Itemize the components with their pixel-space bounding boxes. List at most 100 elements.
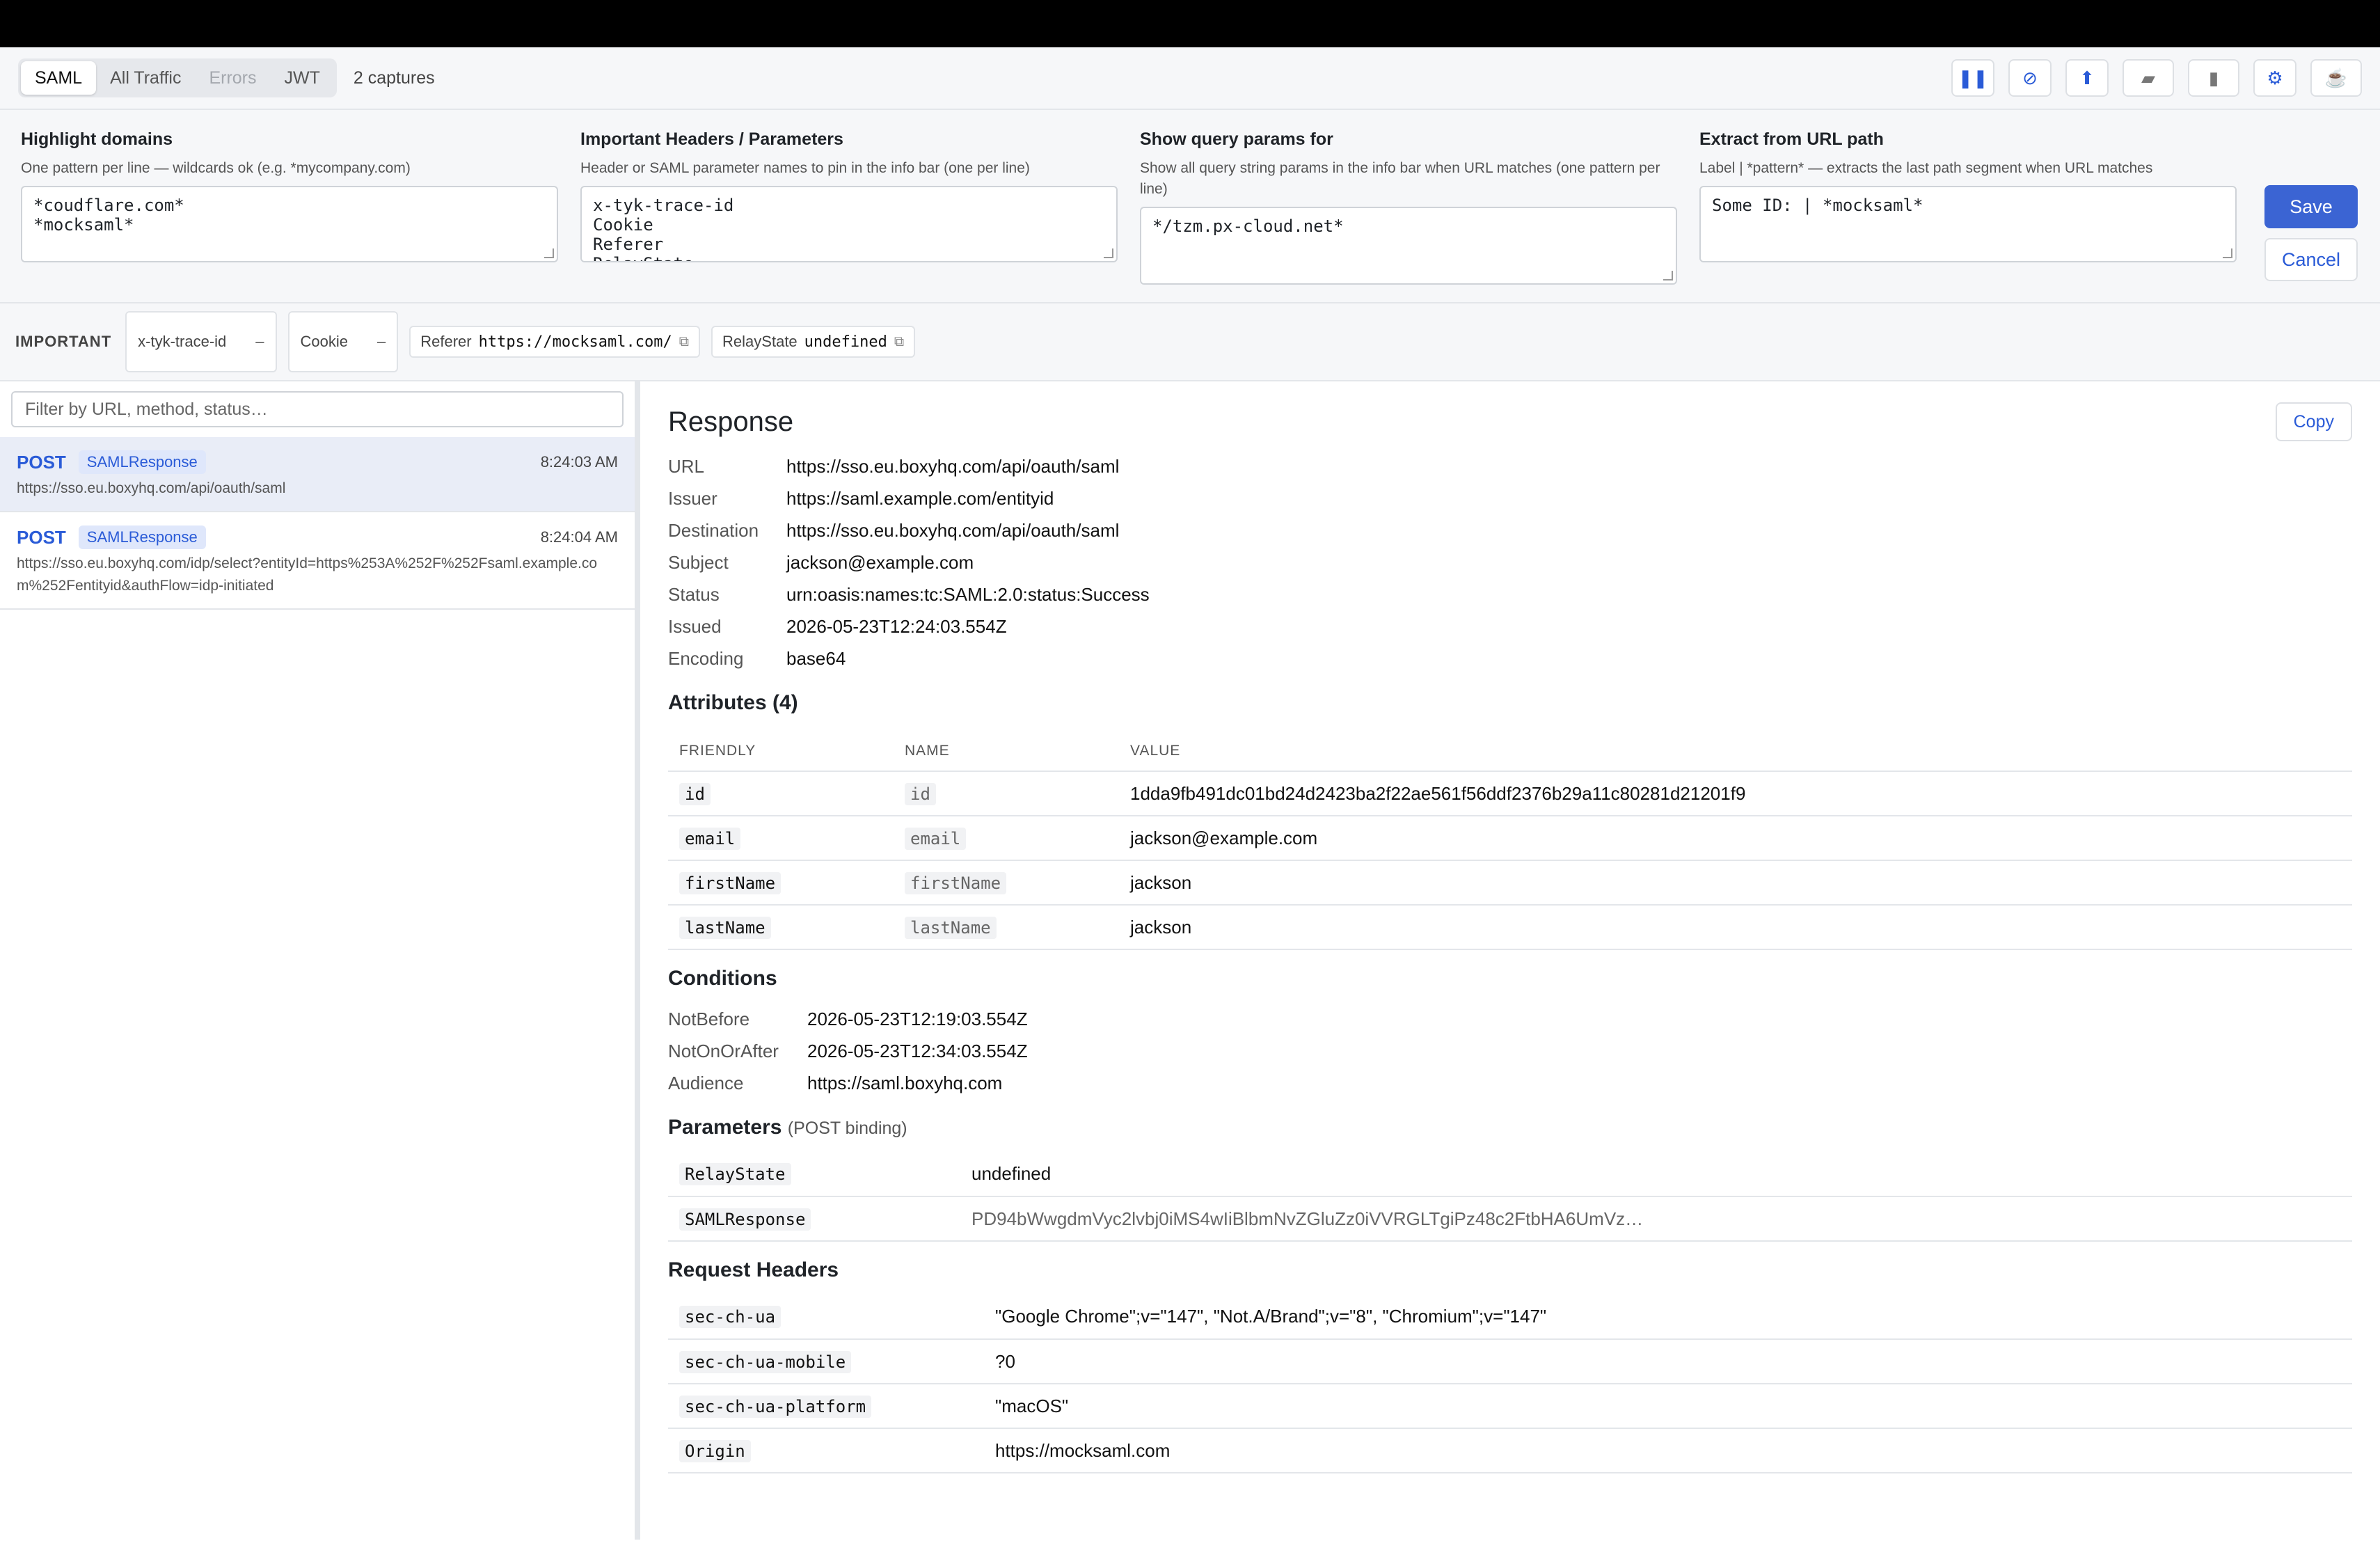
field-label: Subject bbox=[668, 552, 729, 573]
toolbar: SAML All Traffic Errors JWT 2 captures ❚… bbox=[0, 47, 2380, 110]
copy-icon[interactable]: ⧉ bbox=[679, 334, 689, 350]
important-info-bar: IMPORTANT x-tyk-trace-id – Cookie – Refe… bbox=[0, 303, 2380, 381]
export-button[interactable]: ⬆ bbox=[2065, 59, 2109, 97]
attr-value: jackson@example.com bbox=[1119, 816, 2352, 861]
important-headers-title: Important Headers / Parameters bbox=[580, 129, 843, 149]
table-row: lastName lastName jackson bbox=[668, 905, 2352, 950]
parameters-table: RelayState undefined SAMLResponse PD94bW… bbox=[668, 1152, 2352, 1242]
table-row: sec-ch-ua-mobile ?0 bbox=[668, 1339, 2352, 1384]
attr-friendly: firstName bbox=[679, 871, 782, 894]
parameters-title-text: Parameters bbox=[668, 1116, 782, 1139]
tab-all-traffic[interactable]: All Traffic bbox=[96, 61, 195, 95]
parameters-title: Parameters (POST binding) bbox=[668, 1116, 2352, 1139]
cancel-button[interactable]: Cancel bbox=[2264, 238, 2358, 281]
param-value: undefined bbox=[960, 1152, 2352, 1197]
request-item[interactable]: POST SAMLResponse 8:24:04 AM https://sso… bbox=[0, 512, 635, 610]
table-row: SAMLResponse PD94bWwgdmVyc2lvbj0iMS4wIiB… bbox=[668, 1196, 2352, 1242]
query-params-desc: Show all query string params in the info… bbox=[1140, 160, 1660, 197]
field-value: 2026-05-23T12:24:03.554Z bbox=[786, 616, 1007, 637]
coffee-button[interactable]: ☕ bbox=[2310, 59, 2362, 97]
field-value: base64 bbox=[786, 648, 846, 669]
attributes-title: Attributes (4) bbox=[668, 691, 798, 714]
column-header: NAME bbox=[894, 727, 1119, 772]
important-chip-relaystate[interactable]: RelayState undefined ⧉ bbox=[711, 326, 916, 358]
important-chip-referer[interactable]: Referer https://mocksaml.com/ ⧉ bbox=[409, 326, 701, 358]
important-chip-cookie[interactable]: Cookie – bbox=[287, 311, 399, 372]
extract-path-textarea[interactable]: Some ID: | *mocksaml* bbox=[1699, 186, 2237, 262]
highlight-domains-title: Highlight domains bbox=[21, 129, 173, 149]
document-button[interactable]: ▮ bbox=[2188, 59, 2239, 97]
chip-name: Referer bbox=[420, 333, 472, 350]
request-method: POST bbox=[17, 451, 66, 473]
save-button[interactable]: Save bbox=[2264, 185, 2358, 228]
field-value: https://sso.eu.boxyhq.com/api/oauth/saml bbox=[786, 520, 1120, 541]
response-title: Response bbox=[668, 406, 794, 437]
attr-friendly: lastName bbox=[679, 916, 771, 939]
settings-panel: Highlight domains One pattern per line —… bbox=[0, 110, 2380, 303]
request-badge: SAMLResponse bbox=[78, 525, 206, 549]
condition-value: 2026-05-23T12:19:03.554Z bbox=[807, 1009, 1028, 1029]
header-value: "macOS" bbox=[984, 1384, 2352, 1429]
settings-button[interactable]: ⚙ bbox=[2253, 59, 2296, 97]
gear-icon: ⚙ bbox=[2267, 67, 2283, 88]
filter-input[interactable]: Filter by URL, method, status… bbox=[11, 391, 624, 427]
query-params-textarea[interactable]: */tzm.px-cloud.net* bbox=[1140, 207, 1677, 285]
header-name: sec-ch-ua-platform bbox=[679, 1395, 872, 1418]
conditions-title: Conditions bbox=[668, 967, 777, 990]
table-row: email email jackson@example.com bbox=[668, 816, 2352, 861]
request-method: POST bbox=[17, 526, 66, 548]
field-label: URL bbox=[668, 456, 705, 477]
table-row: sec-ch-ua "Google Chrome";v="147", "Not.… bbox=[668, 1295, 2352, 1340]
highlight-domains-textarea[interactable]: *coudflare.com* *mocksaml* bbox=[21, 186, 558, 262]
attr-friendly: id bbox=[679, 782, 711, 805]
attr-value: jackson bbox=[1119, 860, 2352, 906]
chip-value: undefined bbox=[804, 333, 887, 351]
copy-button[interactable]: Copy bbox=[2275, 402, 2352, 441]
attributes-table: FRIENDLY NAME VALUE id id 1dda9fb491dc01… bbox=[668, 727, 2352, 950]
query-params-title: Show query params for bbox=[1140, 129, 1333, 149]
copy-icon[interactable]: ⧉ bbox=[894, 334, 904, 350]
conditions-fields: NotBefore 2026-05-23T12:19:03.554Z NotOn… bbox=[668, 1003, 2352, 1099]
param-value[interactable]: PD94bWwgdmVyc2lvbj0iMS4wIiBlbmNvZGluZz0i… bbox=[960, 1196, 2352, 1242]
tab-saml[interactable]: SAML bbox=[21, 61, 97, 95]
field-value: https://saml.example.com/entityid bbox=[786, 488, 1054, 509]
important-headers-desc: Header or SAML parameter names to pin in… bbox=[580, 160, 1030, 176]
attr-friendly: email bbox=[679, 827, 741, 850]
header-value: ?0 bbox=[984, 1339, 2352, 1384]
attr-name: id bbox=[905, 782, 936, 805]
tab-jwt[interactable]: JWT bbox=[271, 61, 334, 95]
important-headers-section: Important Headers / Parameters Header or… bbox=[580, 110, 1118, 302]
clear-button[interactable]: ⊘ bbox=[2008, 59, 2052, 97]
request-url: https://sso.eu.boxyhq.com/api/oauth/saml bbox=[17, 480, 286, 496]
important-label: IMPORTANT bbox=[15, 333, 112, 350]
request-url: https://sso.eu.boxyhq.com/idp/select?ent… bbox=[17, 555, 598, 594]
request-headers-title: Request Headers bbox=[668, 1258, 839, 1281]
request-list-panel: Filter by URL, method, status… POST SAML… bbox=[0, 381, 640, 1540]
request-time: 8:24:04 AM bbox=[540, 528, 618, 546]
request-item[interactable]: POST SAMLResponse 8:24:03 AM https://sso… bbox=[0, 437, 635, 512]
captures-count: 2 captures bbox=[353, 68, 435, 88]
open-folder-button[interactable]: ▰ bbox=[2123, 59, 2174, 97]
header-name: sec-ch-ua-mobile bbox=[679, 1350, 852, 1373]
column-header: VALUE bbox=[1119, 727, 2352, 772]
extract-path-desc: Label | *pattern* — extracts the last pa… bbox=[1699, 160, 2153, 176]
attr-name: email bbox=[905, 827, 967, 850]
response-fields: URL https://sso.eu.boxyhq.com/api/oauth/… bbox=[668, 450, 2352, 674]
condition-label: NotOnOrAfter bbox=[668, 1041, 779, 1061]
block-icon: ⊘ bbox=[2022, 67, 2038, 88]
extract-path-section: Extract from URL path Label | *pattern* … bbox=[1699, 110, 2237, 302]
table-row: Origin https://mocksaml.com bbox=[668, 1428, 2352, 1473]
important-chip-trace-id[interactable]: x-tyk-trace-id – bbox=[125, 311, 277, 372]
important-headers-textarea[interactable]: x-tyk-trace-id Cookie Referer RelayState bbox=[580, 186, 1118, 262]
extract-path-title: Extract from URL path bbox=[1699, 129, 1884, 149]
document-icon: ▮ bbox=[2208, 67, 2219, 88]
attr-value: jackson bbox=[1119, 905, 2352, 950]
tab-errors[interactable]: Errors bbox=[195, 61, 270, 95]
highlight-domains-desc: One pattern per line — wildcards ok (e.g… bbox=[21, 160, 411, 176]
pause-button[interactable]: ❚❚ bbox=[1951, 59, 1994, 97]
chip-value: https://mocksaml.com/ bbox=[478, 333, 672, 351]
table-row: id id 1dda9fb491dc01bd24d2423ba2f22ae561… bbox=[668, 771, 2352, 816]
condition-label: NotBefore bbox=[668, 1009, 750, 1029]
field-label: Issuer bbox=[668, 488, 717, 509]
field-label: Encoding bbox=[668, 648, 744, 669]
